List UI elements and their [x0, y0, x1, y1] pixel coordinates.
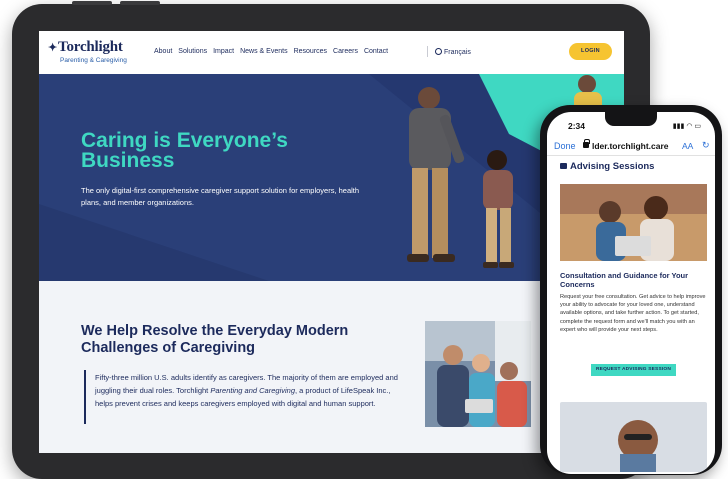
login-button[interactable]: LOGIN — [569, 43, 612, 60]
request-session-button[interactable]: REQUEST ADVISING SESSION — [591, 364, 676, 376]
section-title: We Help Resolve the Everyday Modern Chal… — [81, 323, 349, 356]
tablet-button — [72, 1, 112, 5]
phone-device: 2:34 ▮▮▮ ◠ ▭ Done lder.torchlight.care A… — [540, 105, 722, 475]
torchlight-logo[interactable]: ✦Torchlight Parenting & Caregiving — [48, 39, 127, 64]
chat-icon — [560, 163, 567, 169]
hero-banner: Caring is Everyone’s Business The only d… — [39, 74, 624, 281]
logo-subtitle: Parenting & Caregiving — [60, 57, 127, 64]
wifi-icon: ◠ — [686, 123, 693, 130]
page-title-text: Advising Sessions — [570, 161, 655, 172]
consultation-heading: Consultation and Guidance for Your Conce… — [560, 271, 689, 289]
star-icon: ✦ — [48, 42, 58, 54]
phone-notch — [605, 112, 657, 126]
advisor-photo — [560, 402, 707, 472]
hero-illustration — [39, 74, 624, 281]
status-time: 2:34 — [568, 121, 586, 131]
nav-contact[interactable]: Contact — [364, 48, 388, 55]
consultation-photo — [560, 184, 707, 261]
language-label: Français — [444, 49, 471, 56]
language-switch[interactable]: Français — [435, 48, 471, 56]
page-title: Advising Sessions — [560, 161, 654, 172]
globe-icon — [435, 48, 442, 55]
section-body: Fifty-three million U.S. adults identify… — [95, 371, 405, 410]
challenges-section: We Help Resolve the Everyday Modern Chal… — [39, 281, 624, 453]
hero-title: Caring is Everyone’s Business — [81, 129, 288, 172]
quote-bar — [84, 370, 86, 424]
body-italic: Parenting and Caregiving — [210, 386, 295, 395]
family-photo — [425, 321, 531, 427]
nav-solutions[interactable]: Solutions — [178, 48, 207, 55]
phone-screen: 2:34 ▮▮▮ ◠ ▭ Done lder.torchlight.care A… — [547, 112, 715, 474]
site-header: ✦Torchlight Parenting & Caregiving About… — [39, 31, 624, 74]
nav-resources[interactable]: Resources — [294, 48, 327, 55]
nav-about[interactable]: About — [154, 48, 172, 55]
nav-divider — [427, 46, 428, 57]
url-field[interactable]: lder.torchlight.care — [592, 141, 669, 151]
battery-icon: ▭ — [694, 123, 701, 130]
nav-news-events[interactable]: News & Events — [240, 48, 287, 55]
lock-icon — [583, 139, 590, 148]
tablet-button — [120, 1, 160, 5]
consultation-body: Request your free consultation. Get advi… — [560, 294, 706, 333]
main-nav: About Solutions Impact News & Events Res… — [154, 48, 388, 55]
status-icons: ▮▮▮ ◠ ▭ — [673, 122, 701, 130]
browser-url-bar: Done lder.torchlight.care AA ↻ — [547, 136, 715, 156]
logo-text: Torchlight — [58, 39, 123, 55]
tablet-screen: ✦Torchlight Parenting & Caregiving About… — [39, 31, 624, 453]
done-button[interactable]: Done — [554, 141, 576, 151]
nav-careers[interactable]: Careers — [333, 48, 358, 55]
hero-subtitle: The only digital-first comprehensive car… — [81, 186, 360, 207]
text-size-button[interactable]: AA — [682, 141, 693, 151]
nav-impact[interactable]: Impact — [213, 48, 234, 55]
signal-icon: ▮▮▮ — [672, 123, 685, 130]
reload-icon[interactable]: ↻ — [702, 140, 710, 151]
